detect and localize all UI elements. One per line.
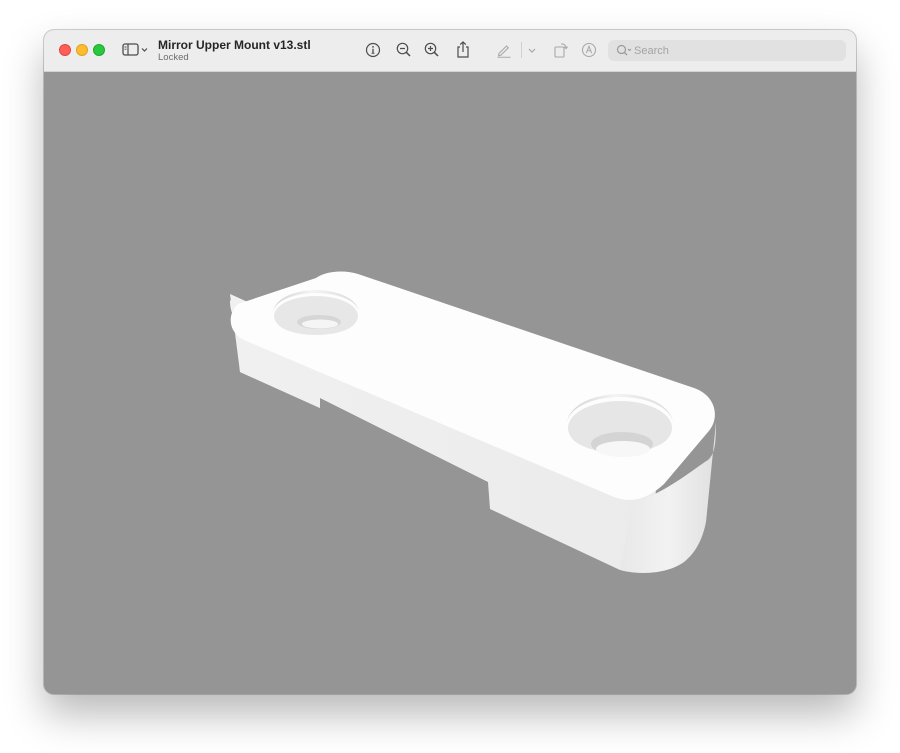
chevron-down-icon [528, 48, 536, 53]
mount-3d-model[interactable] [44, 72, 856, 694]
search-field[interactable] [608, 40, 846, 61]
title-bar[interactable]: Mirror Upper Mount v13.stl Locked [44, 30, 856, 72]
search-icon [616, 44, 632, 63]
annotate-circle-icon [581, 42, 597, 58]
markup-menu-button[interactable] [526, 43, 538, 57]
preview-window: Mirror Upper Mount v13.stl Locked [44, 30, 856, 694]
title-block: Mirror Upper Mount v13.stl Locked [158, 38, 311, 64]
markup-button[interactable] [495, 41, 513, 59]
info-circle-icon [365, 42, 381, 58]
close-button[interactable] [59, 44, 71, 56]
rotate-icon [554, 43, 569, 58]
zoom-out-button[interactable] [395, 41, 413, 59]
info-button[interactable] [364, 41, 382, 59]
zoom-out-icon [396, 42, 411, 57]
right-mount-hole [567, 393, 673, 457]
annotate-button[interactable] [580, 41, 598, 59]
pen-icon [497, 45, 511, 58]
share-button[interactable] [454, 40, 472, 60]
share-icon [457, 41, 469, 58]
search-input[interactable] [634, 40, 839, 61]
rotate-button[interactable] [552, 40, 570, 60]
document-status: Locked [158, 52, 189, 63]
sidebar-toggle-button[interactable] [122, 41, 152, 59]
zoom-in-icon [424, 42, 439, 57]
model-viewport[interactable] [44, 72, 856, 694]
document-title: Mirror Upper Mount v13.stl [158, 38, 311, 52]
left-mount-hole [273, 290, 359, 338]
zoom-button[interactable] [93, 44, 105, 56]
minimize-button[interactable] [76, 44, 88, 56]
zoom-in-button[interactable] [423, 41, 441, 59]
toolbar-divider [521, 42, 522, 58]
sidebar-icon [122, 43, 148, 56]
